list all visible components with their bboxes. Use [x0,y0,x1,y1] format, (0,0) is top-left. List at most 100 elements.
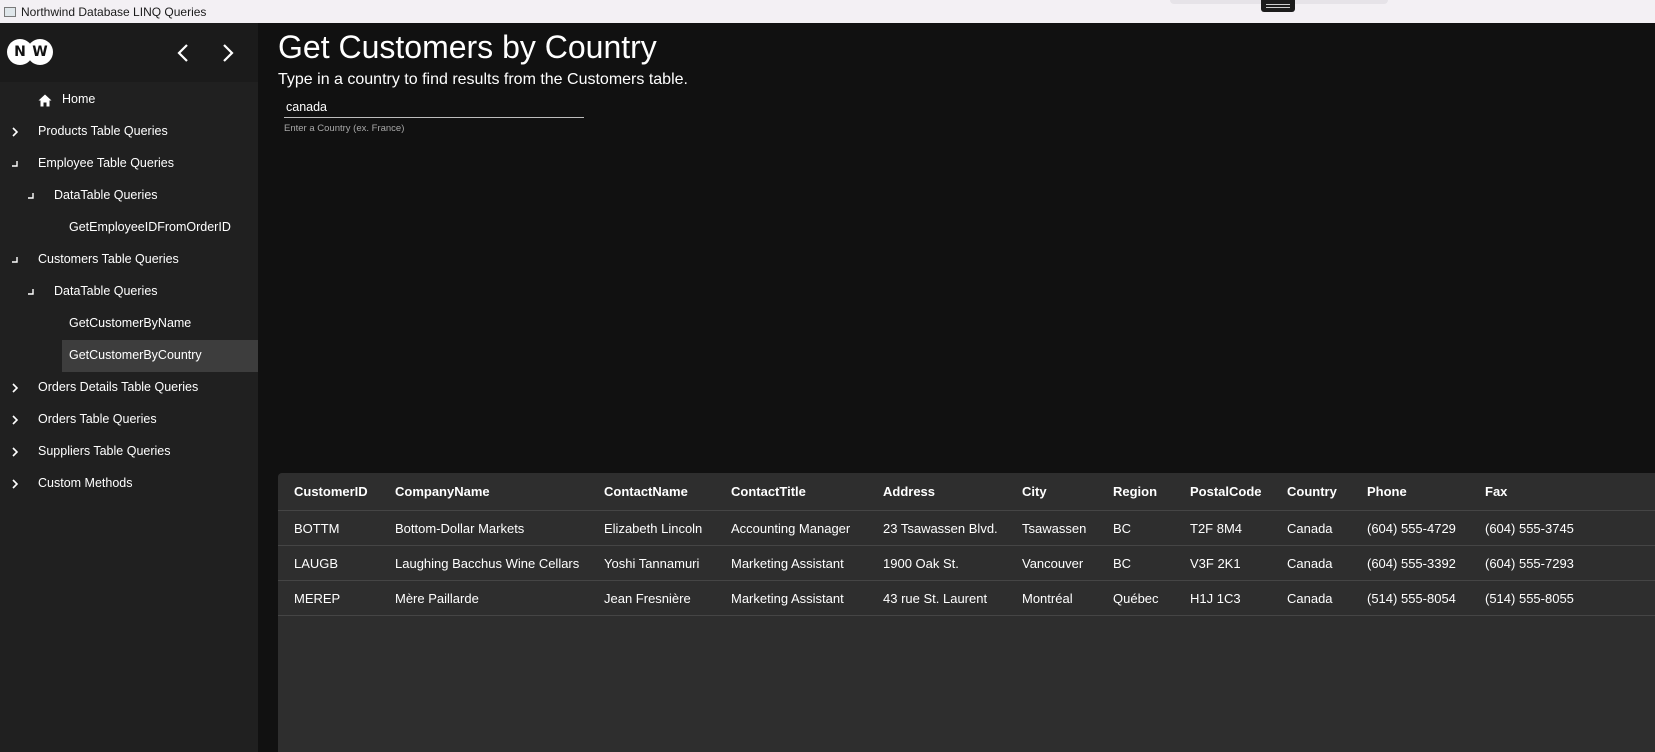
nav-item-getcustomerbycountry[interactable]: GetCustomerByCountry [0,340,258,372]
column-header-region[interactable]: Region [1113,473,1157,510]
nav-item-label: Customers Table Queries [38,252,179,266]
column-header-contacttitle[interactable]: ContactTitle [731,473,806,510]
chevron-right-icon[interactable] [9,446,21,458]
table-cell-address: 23 Tsawassen Blvd. [883,520,998,536]
table-cell-contactname: Jean Fresnière [604,590,691,606]
column-header-contactname[interactable]: ContactName [604,473,688,510]
chevron-left-icon [177,44,188,62]
nav-item-label: Orders Table Queries [38,412,157,426]
results-grid: CustomerID CompanyName ContactName ContactT… [278,473,1655,752]
nav-item-label: Orders Details Table Queries [38,380,199,394]
chevron-right-icon [223,44,234,62]
chevron-right-icon[interactable] [9,414,21,426]
nav-item-suppliers-table-queries[interactable]: Suppliers Table Queries [0,436,258,468]
logo-letter-w: W [27,39,53,65]
chevron-right-icon[interactable] [9,478,21,490]
nav-item-label: DataTable Queries [54,188,158,202]
column-header-city[interactable]: City [1022,473,1047,510]
table-cell-companyname: Laughing Bacchus Wine Cellars [395,555,580,571]
window-titlebar: Northwind Database LINQ Queries [0,0,1655,23]
nav-item-home[interactable]: Home [0,84,258,116]
nav-item-label: Custom Methods [38,476,133,490]
forward-button[interactable] [214,39,242,67]
table-cell-postalcode: T2F 8M4 [1190,520,1243,536]
window-title: Northwind Database LINQ Queries [21,4,207,19]
country-input-help: Enter a Country (ex. France) [284,123,405,134]
nav-item-orders-table-queries[interactable]: Orders Table Queries [0,404,258,436]
table-cell-region: BC [1113,555,1132,571]
column-header-country[interactable]: Country [1287,473,1337,510]
country-search: Enter a Country (ex. France) [284,96,584,134]
table-cell-region: BC [1113,520,1132,536]
table-cell-contacttitle: Accounting Manager [731,520,851,536]
table-cell-customerid: BOTTM [294,520,340,536]
sidebar: N W Home Products Table Queries Employee T… [0,23,258,752]
column-header-fax[interactable]: Fax [1485,473,1507,510]
table-cell-fax: (514) 555-8055 [1485,590,1574,606]
table-cell-contacttitle: Marketing Assistant [731,590,844,606]
app-logo: N W [7,39,53,65]
table-cell-contactname: Elizabeth Lincoln [604,520,703,536]
table-cell-fax: (604) 555-3745 [1485,520,1574,536]
table-cell-fax: (604) 555-7293 [1485,555,1574,571]
nav-item-label: Suppliers Table Queries [38,444,171,458]
country-input[interactable] [284,96,584,118]
nav-item-label: GetCustomerByName [69,316,192,330]
table-cell-phone: (514) 555-8054 [1367,590,1456,606]
table-row[interactable]: LAUGB Laughing Bacchus Wine Cellars Yoshi … [278,546,1655,581]
app-icon [4,6,16,17]
main-content: Get Customers by Country Type in a count… [258,23,1655,752]
table-row[interactable]: BOTTM Bottom-Dollar Markets Elizabeth Linc… [278,511,1655,546]
expanded-icon[interactable] [25,286,37,298]
column-header-phone[interactable]: Phone [1367,473,1407,510]
snap-grip-handle[interactable] [1261,0,1295,12]
nav-item-getcustomerbyname[interactable]: GetCustomerByName [0,308,258,340]
column-header-address[interactable]: Address [883,473,935,510]
table-cell-city: Vancouver [1022,555,1084,571]
nav-item-products-table-queries[interactable]: Products Table Queries [0,116,258,148]
expanded-icon[interactable] [9,254,21,266]
nav-item-customers-table-queries[interactable]: Customers Table Queries [0,244,258,276]
nav-item-custom-methods[interactable]: Custom Methods [0,468,258,500]
nav-item-label: GetCustomerByCountry [69,348,202,362]
table-cell-contactname: Yoshi Tannamuri [604,555,700,571]
column-header-postalcode[interactable]: PostalCode [1190,473,1262,510]
table-cell-country: Canada [1287,555,1333,571]
expanded-icon[interactable] [9,158,21,170]
table-cell-country: Canada [1287,590,1333,606]
chevron-right-icon[interactable] [9,382,21,394]
table-cell-address: 43 rue St. Laurent [883,590,988,606]
table-cell-customerid: LAUGB [294,555,339,571]
sidebar-header: N W [0,23,258,82]
table-cell-companyname: Mère Paillarde [395,590,479,606]
chevron-right-icon[interactable] [9,126,21,138]
page-title: Get Customers by Country [278,29,657,65]
table-row[interactable]: MEREP Mère Paillarde Jean Fresnière Marketi… [278,581,1655,616]
expanded-icon[interactable] [25,190,37,202]
page-subtitle: Type in a country to find results from t… [278,71,688,88]
nav-item-employee-table-queries[interactable]: Employee Table Queries [0,148,258,180]
back-button[interactable] [169,39,197,67]
nav-item-orders-details-table-queries[interactable]: Orders Details Table Queries [0,372,258,404]
column-header-customerid[interactable]: CustomerID [294,473,368,510]
grid-header: CustomerID CompanyName ContactName ContactT… [278,473,1655,511]
nav-item-label: DataTable Queries [54,284,158,298]
table-cell-address: 1900 Oak St. [883,555,959,571]
table-cell-postalcode: H1J 1C3 [1190,590,1241,606]
nav-item-label: Home [62,92,96,106]
home-icon [37,94,53,106]
column-header-companyname[interactable]: CompanyName [395,473,490,510]
nav-item-getemployeeidfromorderid[interactable]: GetEmployeeIDFromOrderID [0,212,258,244]
nav-item-label: Employee Table Queries [38,156,174,170]
table-cell-phone: (604) 555-3392 [1367,555,1456,571]
table-cell-customerid: MEREP [294,590,341,606]
nav-item-label: Products Table Queries [38,124,168,138]
table-cell-postalcode: V3F 2K1 [1190,555,1241,571]
nav-item-datatable-queries[interactable]: DataTable Queries [0,276,258,308]
table-cell-phone: (604) 555-4729 [1367,520,1456,536]
nav-item-label: GetEmployeeIDFromOrderID [69,220,231,234]
table-cell-country: Canada [1287,520,1333,536]
table-cell-city: Tsawassen [1022,520,1087,536]
table-cell-companyname: Bottom-Dollar Markets [395,520,525,536]
nav-item-datatable-queries[interactable]: DataTable Queries [0,180,258,212]
